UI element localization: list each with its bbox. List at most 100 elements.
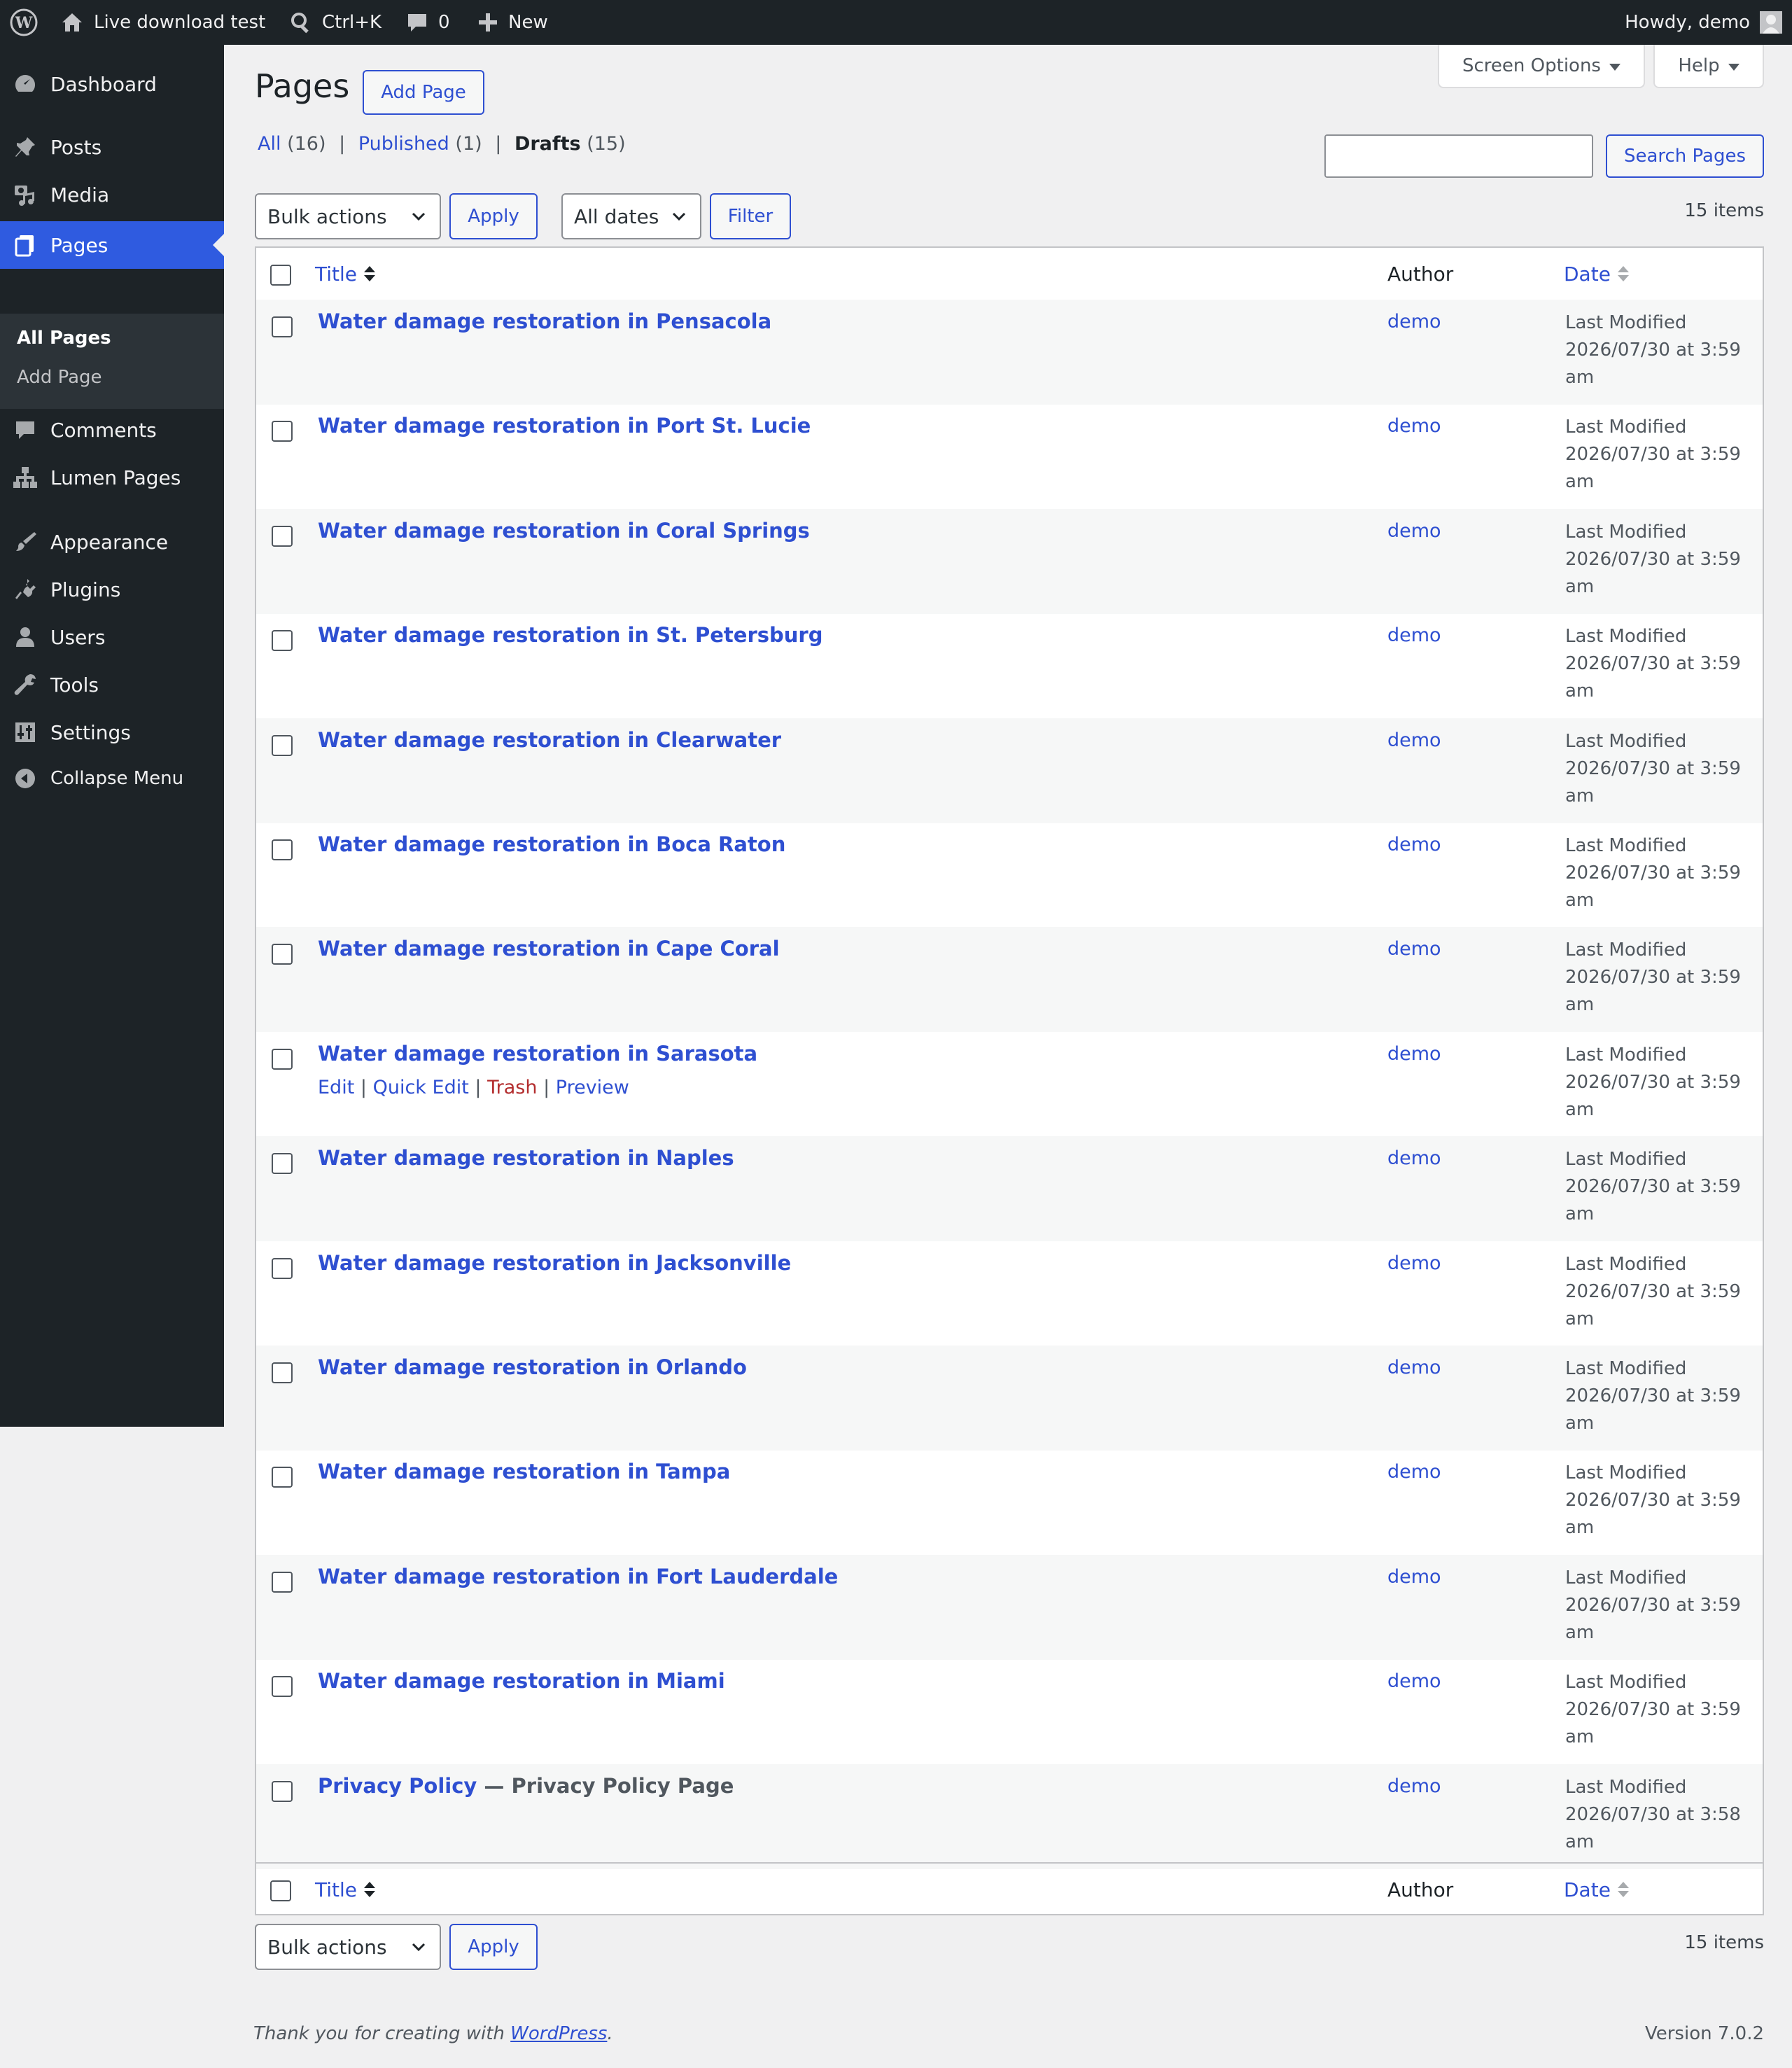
menu-pages[interactable]: Pages	[0, 221, 224, 269]
items-count-bottom: 15 items	[1684, 1932, 1764, 1953]
select-all-checkbox[interactable]	[270, 1880, 291, 1901]
row-checkbox[interactable]	[272, 734, 293, 756]
row-title-link[interactable]: Privacy Policy	[318, 1774, 477, 1798]
row-title-link[interactable]: Water damage restoration in Port St. Luc…	[318, 414, 811, 438]
wordpress-link[interactable]: WordPress	[510, 2023, 607, 2044]
filter-separator: |	[495, 133, 502, 155]
table-row: Water damage restoration in Pensacola dem…	[256, 300, 1763, 405]
row-title-link[interactable]: Water damage restoration in Clearwater	[318, 728, 781, 752]
column-title-footer[interactable]: Title	[315, 1864, 376, 1915]
row-author-link[interactable]: demo	[1387, 311, 1441, 333]
row-checkbox[interactable]	[272, 944, 293, 965]
row-author-link[interactable]: demo	[1387, 415, 1441, 437]
row-checkbox[interactable]	[272, 1780, 293, 1802]
menu-settings[interactable]: Settings	[0, 710, 224, 755]
row-checkbox[interactable]	[272, 421, 293, 442]
select-all-checkbox[interactable]	[270, 265, 291, 286]
row-checkbox[interactable]	[272, 1467, 293, 1488]
row-checkbox[interactable]	[272, 316, 293, 337]
row-author-link[interactable]: demo	[1387, 729, 1441, 751]
row-checkbox[interactable]	[272, 1571, 293, 1593]
new-content-link[interactable]: New	[477, 0, 548, 45]
row-checkbox[interactable]	[272, 839, 293, 860]
row-title-link[interactable]: Water damage restoration in Boca Raton	[318, 832, 785, 856]
filter-drafts-current[interactable]: Drafts	[514, 133, 581, 155]
wordpress-logo-icon[interactable]: W	[10, 0, 38, 45]
row-checkbox[interactable]	[272, 525, 293, 547]
row-checkbox[interactable]	[272, 1048, 293, 1070]
row-title-link[interactable]: Water damage restoration in Cape Coral	[318, 937, 780, 960]
row-title-link[interactable]: Water damage restoration in Coral Spring…	[318, 519, 810, 543]
row-title-link[interactable]: Water damage restoration in Fort Lauderd…	[318, 1565, 838, 1588]
row-action-edit[interactable]: Edit	[318, 1077, 354, 1098]
row-title-link[interactable]: Water damage restoration in St. Petersbu…	[318, 623, 822, 647]
row-author-link[interactable]: demo	[1387, 1252, 1441, 1274]
collapse-menu-button[interactable]: Collapse Menu	[0, 756, 224, 801]
row-title-link[interactable]: Water damage restoration in Miami	[318, 1669, 725, 1693]
row-author-link[interactable]: demo	[1387, 520, 1441, 542]
row-action-trash[interactable]: Trash	[487, 1077, 537, 1098]
site-name-link[interactable]: Live download test	[60, 0, 265, 45]
row-checkbox[interactable]	[272, 1153, 293, 1175]
apply-bulk-button-bottom[interactable]: Apply	[449, 1924, 538, 1970]
command-palette-button[interactable]: Ctrl+K	[290, 0, 382, 45]
row-action-quick-edit[interactable]: Quick Edit	[373, 1077, 469, 1098]
screen-options-button[interactable]: Screen Options	[1438, 45, 1645, 88]
menu-appearance[interactable]: Appearance	[0, 519, 224, 564]
bulk-actions-select[interactable]: Bulk actions	[255, 193, 441, 239]
row-author-link[interactable]: demo	[1387, 1043, 1441, 1065]
column-date-label[interactable]: Date	[1564, 1878, 1611, 1901]
help-button[interactable]: Help	[1653, 45, 1764, 88]
menu-comments[interactable]: Comments	[0, 407, 224, 452]
search-input[interactable]	[1324, 134, 1593, 178]
column-date-label[interactable]: Date	[1564, 263, 1611, 286]
submenu-all-pages[interactable]: All Pages	[17, 328, 111, 349]
row-checkbox[interactable]	[272, 1676, 293, 1698]
menu-users[interactable]: Users	[0, 615, 224, 659]
row-checkbox[interactable]	[272, 1257, 293, 1279]
row-title-link[interactable]: Water damage restoration in Jacksonville	[318, 1251, 791, 1275]
row-title-link[interactable]: Water damage restoration in Naples	[318, 1146, 734, 1170]
row-author-link[interactable]: demo	[1387, 1566, 1441, 1588]
row-action-preview[interactable]: Preview	[556, 1077, 629, 1098]
filter-all-link[interactable]: All	[258, 133, 281, 155]
comments-link[interactable]: 0	[406, 0, 450, 45]
column-date-footer[interactable]: Date	[1564, 1864, 1629, 1915]
chevron-down-icon	[672, 212, 686, 221]
filter-published-link[interactable]: Published	[358, 133, 449, 155]
menu-lumen-pages[interactable]: Lumen Pages	[0, 455, 224, 500]
menu-posts[interactable]: Posts	[0, 125, 224, 169]
submenu-add-page[interactable]: Add Page	[17, 367, 102, 388]
row-title-link[interactable]: Water damage restoration in Tampa	[318, 1460, 730, 1483]
row-title-link[interactable]: Water damage restoration in Pensacola	[318, 309, 771, 333]
row-author-link[interactable]: demo	[1387, 1147, 1441, 1169]
row-author-link[interactable]: demo	[1387, 624, 1441, 646]
row-checkbox[interactable]	[272, 1362, 293, 1383]
column-title-label[interactable]: Title	[315, 1878, 357, 1901]
row-date-status: Last Modified	[1565, 1358, 1687, 1379]
apply-bulk-button[interactable]: Apply	[449, 193, 538, 239]
row-title: Water damage restoration in Sarasota	[318, 1042, 757, 1066]
filter-button[interactable]: Filter	[710, 193, 791, 239]
row-title-link[interactable]: Water damage restoration in Orlando	[318, 1355, 747, 1379]
search-pages-button[interactable]: Search Pages	[1606, 134, 1764, 178]
row-author-link[interactable]: demo	[1387, 1670, 1441, 1692]
add-page-button[interactable]: Add Page	[363, 70, 484, 115]
menu-tools[interactable]: Tools	[0, 662, 224, 707]
menu-plugins[interactable]: Plugins	[0, 567, 224, 612]
column-title-label[interactable]: Title	[315, 263, 357, 286]
dates-filter-select[interactable]: All dates	[561, 193, 701, 239]
bulk-actions-select-bottom[interactable]: Bulk actions	[255, 1924, 441, 1970]
row-author-link[interactable]: demo	[1387, 938, 1441, 960]
column-date-header[interactable]: Date	[1564, 248, 1629, 300]
row-author-link[interactable]: demo	[1387, 834, 1441, 855]
account-menu[interactable]: Howdy, demo	[1625, 0, 1782, 45]
column-title-header[interactable]: Title	[315, 248, 376, 300]
row-checkbox[interactable]	[272, 630, 293, 652]
row-author-link[interactable]: demo	[1387, 1461, 1441, 1483]
row-author-link[interactable]: demo	[1387, 1357, 1441, 1378]
menu-media[interactable]: Media	[0, 172, 224, 217]
menu-dashboard[interactable]: Dashboard	[0, 62, 224, 106]
row-title-link[interactable]: Water damage restoration in Sarasota	[318, 1042, 757, 1066]
row-author-link[interactable]: demo	[1387, 1775, 1441, 1797]
